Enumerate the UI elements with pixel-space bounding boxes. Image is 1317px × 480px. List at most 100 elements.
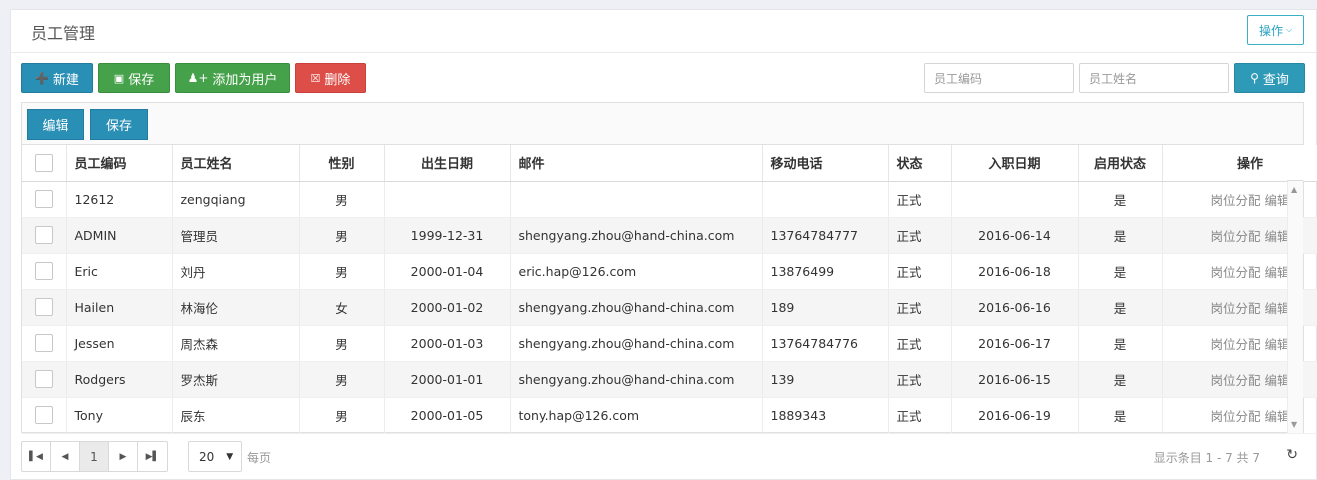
cell-name[interactable]: 刘丹 <box>172 253 300 290</box>
cell-phone[interactable]: 13764784776 <box>762 325 889 362</box>
cell-status[interactable]: 正式 <box>888 217 952 254</box>
save-button[interactable]: ▣ 保存 <box>98 63 170 93</box>
new-button[interactable]: ➕ 新建 <box>21 63 93 93</box>
cell-name[interactable]: 林海伦 <box>172 289 300 326</box>
operations-dropdown[interactable]: 操作 ⌵ <box>1247 15 1304 45</box>
cell-birth[interactable]: 2000-01-01 <box>384 361 511 398</box>
last-page-icon[interactable]: ▶▌ <box>138 442 167 471</box>
col-header-name[interactable]: 员工姓名 <box>172 145 300 182</box>
cell-birth[interactable]: 2000-01-04 <box>384 253 511 290</box>
col-header-gender[interactable]: 性别 <box>299 145 385 182</box>
cell-hire-date[interactable]: 2016-06-19 <box>951 397 1079 434</box>
cell-name[interactable]: zengqiang <box>172 181 300 218</box>
select-all-checkbox[interactable] <box>34 153 53 172</box>
row-checkbox[interactable] <box>34 226 53 244</box>
vertical-scrollbar[interactable]: ▲ ▼ <box>1287 181 1303 433</box>
cell-status[interactable]: 正式 <box>888 361 952 398</box>
cell-code[interactable]: Eric <box>66 253 173 290</box>
assign-position-link[interactable]: 岗位分配 <box>1210 373 1260 388</box>
cell-email[interactable]: shengyang.zhou@hand-china.com <box>510 289 763 326</box>
grid-edit-button[interactable]: 编辑 <box>27 109 84 140</box>
cell-phone[interactable]: 13764784777 <box>762 217 889 254</box>
row-checkbox[interactable] <box>34 370 53 388</box>
cell-gender[interactable]: 男 <box>299 325 385 362</box>
cell-phone[interactable] <box>762 181 889 218</box>
cell-hire-date[interactable]: 2016-06-16 <box>951 289 1079 326</box>
row-edit-link[interactable]: 编辑 <box>1264 229 1289 244</box>
row-edit-link[interactable]: 编辑 <box>1264 337 1289 352</box>
add-as-user-button[interactable]: ♟+ 添加为用户 <box>175 63 290 93</box>
col-header-status[interactable]: 状态 <box>888 145 952 182</box>
col-header-hire-date[interactable]: 入职日期 <box>951 145 1079 182</box>
cell-hire-date[interactable]: 2016-06-15 <box>951 361 1079 398</box>
cell-status[interactable]: 正式 <box>888 181 952 218</box>
row-edit-link[interactable]: 编辑 <box>1264 193 1289 208</box>
cell-email[interactable]: tony.hap@126.com <box>510 397 763 434</box>
cell-gender[interactable]: 男 <box>299 217 385 254</box>
assign-position-link[interactable]: 岗位分配 <box>1210 229 1260 244</box>
cell-birth[interactable]: 2000-01-02 <box>384 289 511 326</box>
cell-email[interactable]: eric.hap@126.com <box>510 253 763 290</box>
row-checkbox[interactable] <box>34 334 53 352</box>
cell-hire-date[interactable]: 2016-06-17 <box>951 325 1079 362</box>
cell-code[interactable]: Jessen <box>66 325 173 362</box>
col-header-email[interactable]: 邮件 <box>510 145 763 182</box>
cell-status[interactable]: 正式 <box>888 289 952 326</box>
cell-status[interactable]: 正式 <box>888 325 952 362</box>
assign-position-link[interactable]: 岗位分配 <box>1210 193 1260 208</box>
row-checkbox[interactable] <box>34 406 53 424</box>
cell-email[interactable]: shengyang.zhou@hand-china.com <box>510 361 763 398</box>
row-edit-link[interactable]: 编辑 <box>1264 301 1289 316</box>
cell-phone[interactable]: 1889343 <box>762 397 889 434</box>
cell-phone[interactable]: 139 <box>762 361 889 398</box>
cell-phone[interactable]: 189 <box>762 289 889 326</box>
table-row[interactable]: 12612 zengqiang 男 正式 是 岗位分配 编辑 <box>22 181 1317 218</box>
cell-name[interactable]: 辰东 <box>172 397 300 434</box>
table-row[interactable]: Rodgers 罗杰斯男 2000-01-01 shengyang.zhou@hand… <box>22 361 1317 398</box>
cell-name[interactable]: 罗杰斯 <box>172 361 300 398</box>
cell-status[interactable]: 正式 <box>888 397 952 434</box>
cell-birth[interactable] <box>384 181 511 218</box>
cell-hire-date[interactable]: 2016-06-14 <box>951 217 1079 254</box>
grid-save-button[interactable]: 保存 <box>90 109 148 140</box>
cell-birth[interactable]: 1999-12-31 <box>384 217 511 254</box>
cell-birth[interactable]: 2000-01-05 <box>384 397 511 434</box>
table-row[interactable]: Eric 刘丹男 2000-01-04 eric.hap@126.com 1387649… <box>22 253 1317 290</box>
cell-code[interactable]: Rodgers <box>66 361 173 398</box>
cell-enabled[interactable]: 是 <box>1078 325 1163 362</box>
cell-enabled[interactable]: 是 <box>1078 289 1163 326</box>
cell-gender[interactable]: 男 <box>299 361 385 398</box>
cell-code[interactable]: Tony <box>66 397 173 434</box>
cell-gender[interactable]: 男 <box>299 181 385 218</box>
cell-hire-date[interactable] <box>951 181 1079 218</box>
assign-position-link[interactable]: 岗位分配 <box>1210 337 1260 352</box>
col-header-birth[interactable]: 出生日期 <box>384 145 511 182</box>
cell-name[interactable]: 管理员 <box>172 217 300 254</box>
col-header-phone[interactable]: 移动电话 <box>762 145 889 182</box>
row-edit-link[interactable]: 编辑 <box>1264 265 1289 280</box>
scroll-up-icon[interactable]: ▲ <box>1291 185 1297 194</box>
cell-gender[interactable]: 女 <box>299 289 385 326</box>
cell-enabled[interactable]: 是 <box>1078 397 1163 434</box>
cell-gender[interactable]: 男 <box>299 397 385 434</box>
row-checkbox[interactable] <box>34 262 53 280</box>
cell-enabled[interactable]: 是 <box>1078 181 1163 218</box>
row-edit-link[interactable]: 编辑 <box>1264 373 1289 388</box>
first-page-icon[interactable]: ▌◀ <box>22 442 51 471</box>
col-header-code[interactable]: 员工编码 <box>66 145 173 182</box>
row-checkbox[interactable] <box>34 298 53 316</box>
row-edit-link[interactable]: 编辑 <box>1264 409 1289 424</box>
cell-code[interactable]: ADMIN <box>66 217 173 254</box>
cell-enabled[interactable]: 是 <box>1078 217 1163 254</box>
assign-position-link[interactable]: 岗位分配 <box>1210 409 1260 424</box>
table-row[interactable]: Tony 辰东男 2000-01-05 tony.hap@126.com 1889343… <box>22 397 1317 434</box>
cell-hire-date[interactable]: 2016-06-18 <box>951 253 1079 290</box>
employee-code-search-input[interactable]: 员工编码 <box>924 63 1074 93</box>
cell-name[interactable]: 周杰森 <box>172 325 300 362</box>
employee-name-search-input[interactable]: 员工姓名 <box>1079 63 1229 93</box>
cell-code[interactable]: Hailen <box>66 289 173 326</box>
current-page[interactable]: 1 <box>80 442 109 471</box>
cell-code[interactable]: 12612 <box>66 181 173 218</box>
refresh-icon[interactable]: ↻ <box>1286 447 1298 463</box>
assign-position-link[interactable]: 岗位分配 <box>1210 301 1260 316</box>
